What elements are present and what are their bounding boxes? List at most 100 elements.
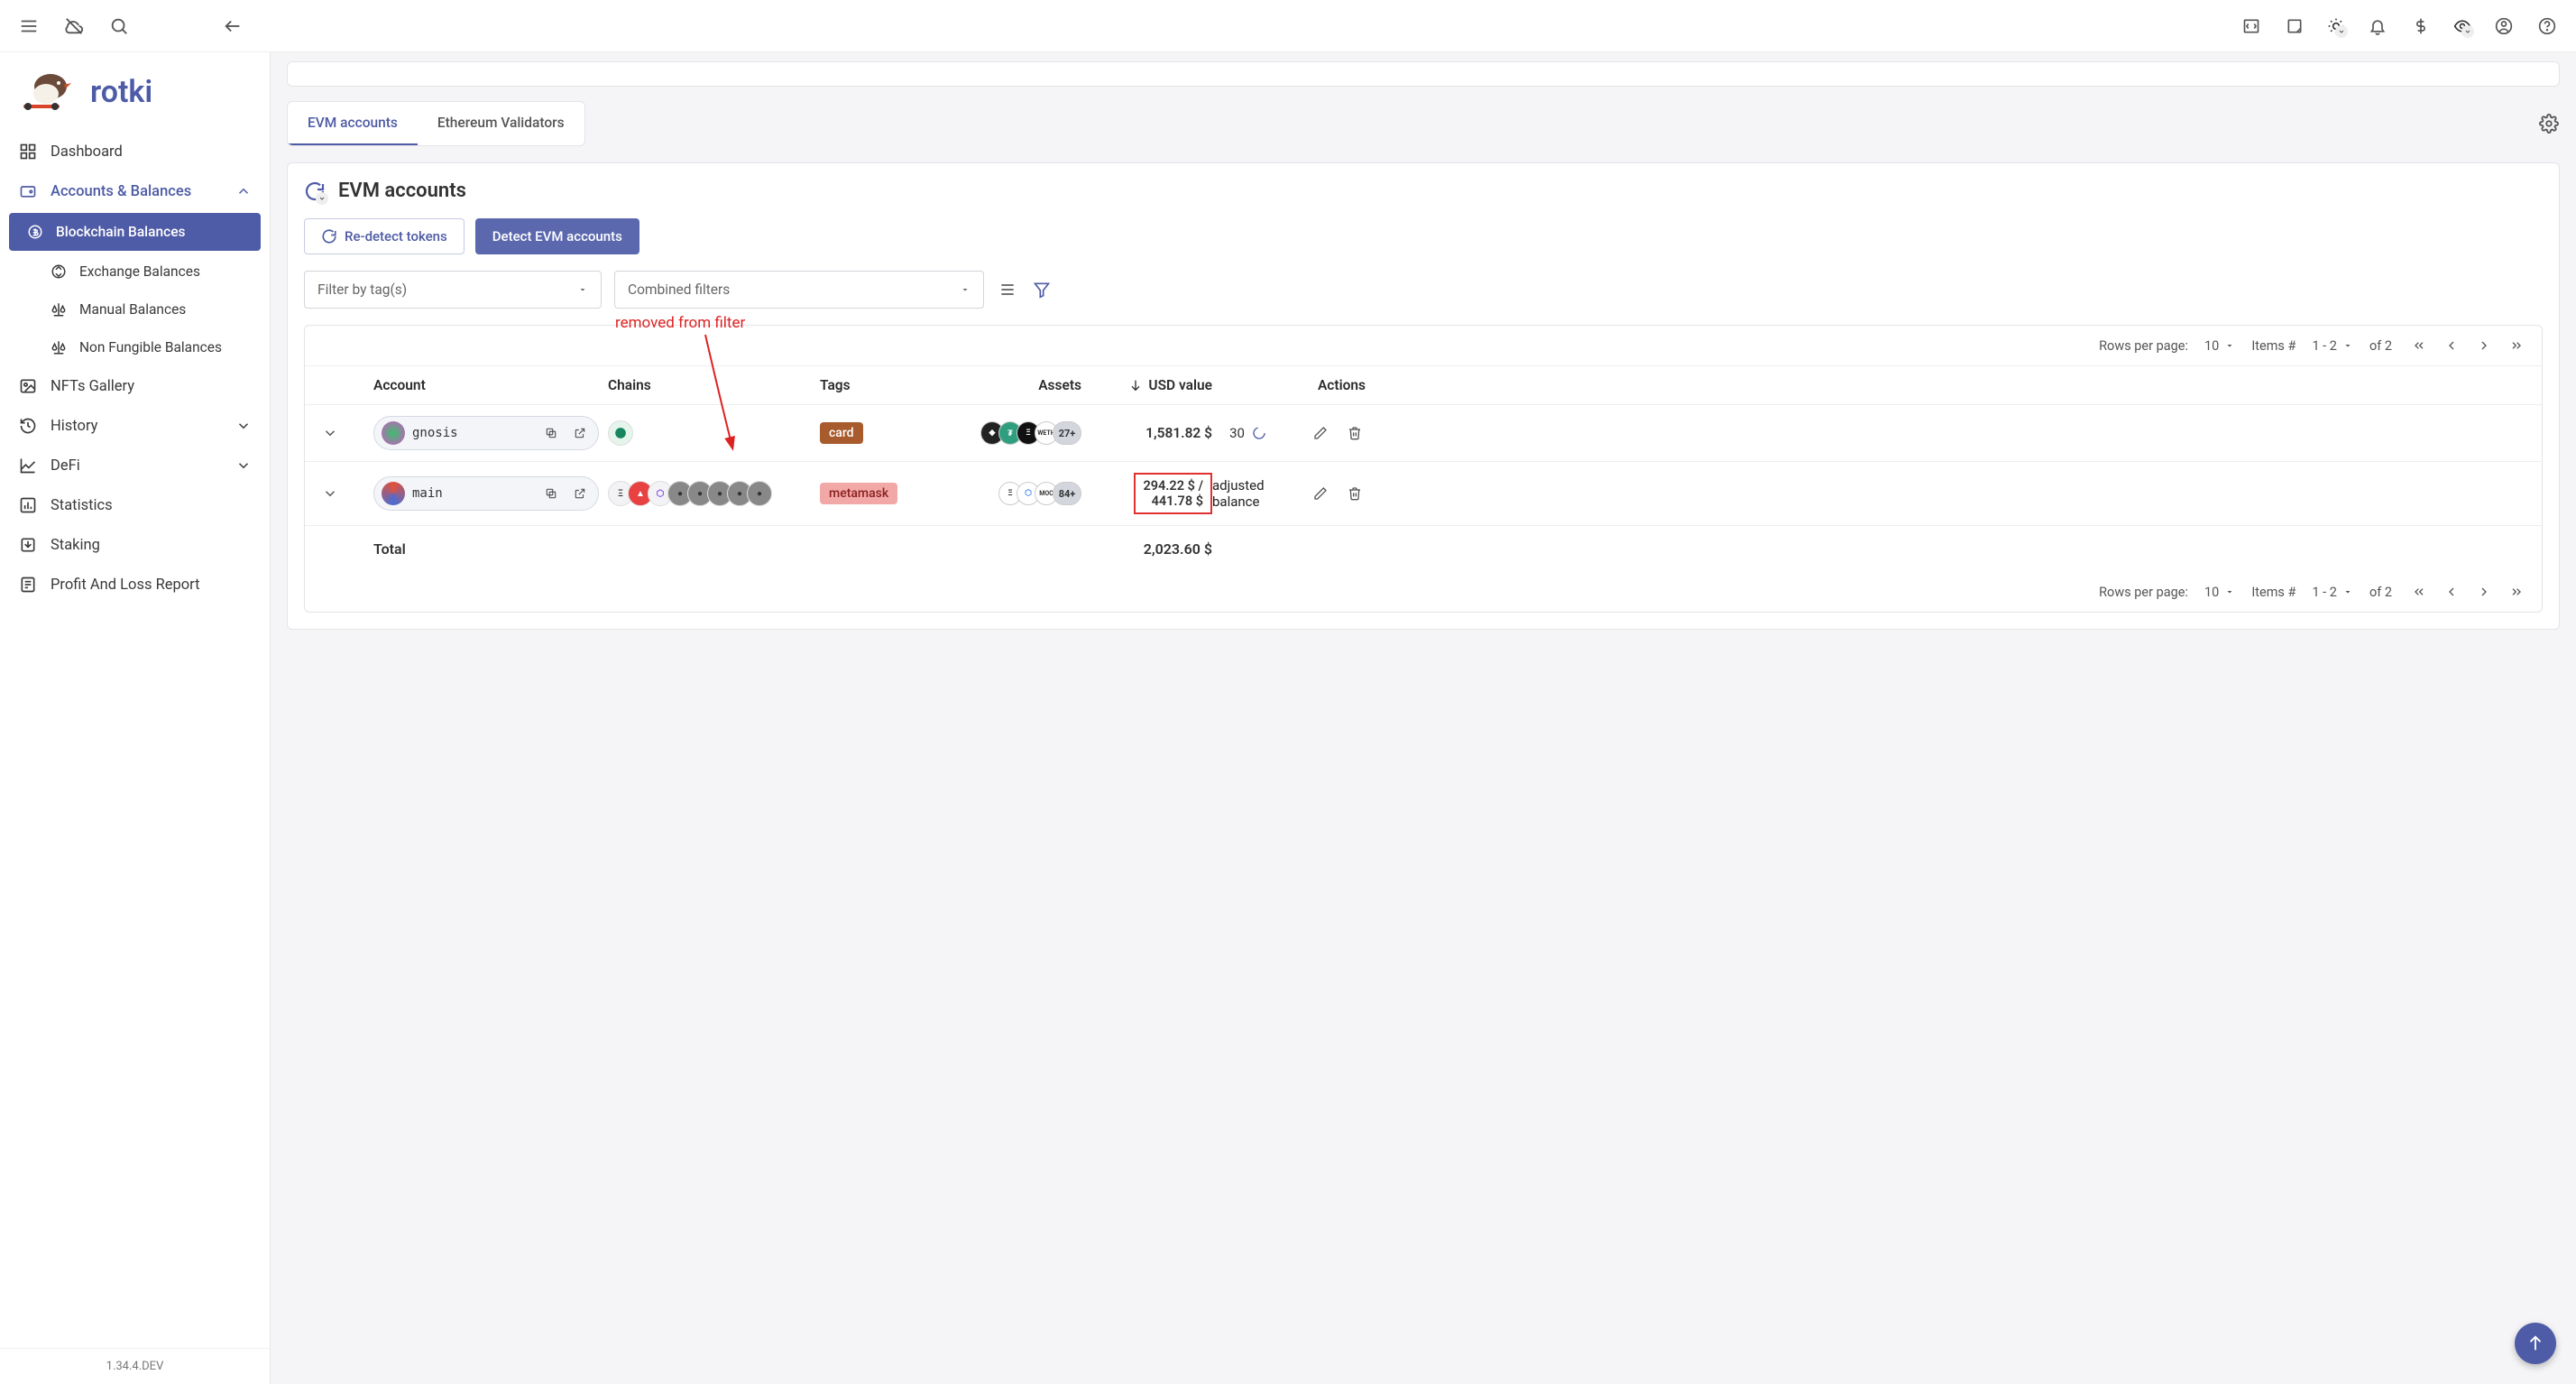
detect-evm-button[interactable]: Detect EVM accounts xyxy=(475,218,639,254)
total-row: Total 2,023.60 $ xyxy=(305,525,2542,572)
trash-icon[interactable] xyxy=(1344,422,1366,444)
redetect-tokens-button[interactable]: Re-detect tokens xyxy=(304,218,465,254)
dashboard-icon xyxy=(18,142,38,161)
edit-icon[interactable] xyxy=(1310,483,1331,504)
tab-evm-accounts[interactable]: EVM accounts xyxy=(288,102,418,145)
logo-icon xyxy=(18,70,74,114)
combined-filter-select[interactable]: Combined filters xyxy=(614,271,984,309)
list-density-icon[interactable] xyxy=(997,279,1018,300)
sidebar-sub-manual[interactable]: Manual Balances xyxy=(0,291,270,328)
code-icon[interactable] xyxy=(2240,15,2262,37)
scale-icon xyxy=(49,300,69,319)
col-assets[interactable]: Assets xyxy=(964,377,1081,393)
items-range-select[interactable]: 1 - 2 xyxy=(2312,585,2353,600)
coin-icon xyxy=(25,222,45,242)
help-icon[interactable] xyxy=(2536,15,2558,37)
sidebar-sub-exchange[interactable]: Exchange Balances xyxy=(0,253,270,291)
sidebar-sub-label: Non Fungible Balances xyxy=(79,339,222,355)
sidebar-item-stats[interactable]: Statistics xyxy=(0,485,270,525)
sidebar-item-defi[interactable]: DeFi xyxy=(0,446,270,485)
sidebar-sub-nft-bal[interactable]: Non Fungible Balances xyxy=(0,328,270,366)
pager-top: Rows per page: 10 Items # 1 - 2 of 2 xyxy=(305,326,2542,365)
asset-more-badge: 84+ xyxy=(1053,482,1081,505)
privacy-icon[interactable] xyxy=(2453,17,2471,35)
rows-per-page-select[interactable]: 10 xyxy=(2204,585,2235,600)
note-icon[interactable] xyxy=(2284,15,2305,37)
usd-adjusted-box: 294.22 $ / 441.78 $ xyxy=(1134,473,1212,514)
tag-filter-select[interactable]: Filter by tag(s) xyxy=(304,271,602,309)
cloud-off-icon[interactable] xyxy=(63,15,85,37)
expand-row-icon[interactable] xyxy=(319,483,341,504)
sidebar-item-history[interactable]: History xyxy=(0,406,270,446)
account-pill[interactable]: gnosis xyxy=(373,416,599,450)
col-chains[interactable]: Chains xyxy=(608,377,820,393)
search-icon[interactable] xyxy=(108,15,130,37)
table-header: Account Chains Tags Assets USD value Act… xyxy=(305,365,2542,404)
copy-icon[interactable] xyxy=(540,483,562,504)
page-prev-icon[interactable] xyxy=(2441,581,2462,603)
sidebar-item-staking[interactable]: Staking xyxy=(0,525,270,565)
sidebar-item-label: History xyxy=(51,418,98,435)
trash-icon[interactable] xyxy=(1344,483,1366,504)
external-link-icon[interactable] xyxy=(569,483,591,504)
assets-icons: Ξ ⬡ MOC 84+ xyxy=(964,482,1081,505)
sidebar: rotki Dashboard Accounts & Balances Bloc… xyxy=(0,52,271,1384)
expand-row-icon[interactable] xyxy=(319,422,341,444)
theme-toggle[interactable] xyxy=(2327,17,2345,35)
page-last-icon[interactable] xyxy=(2506,581,2527,603)
external-link-icon[interactable] xyxy=(569,422,591,444)
sidebar-item-label: DeFi xyxy=(51,457,80,475)
account-pill[interactable]: main xyxy=(373,476,599,511)
sidebar-item-label: Accounts & Balances xyxy=(51,183,191,200)
usd-value: 1,581.82 $ xyxy=(1081,425,1212,441)
sidebar-sub-blockchain[interactable]: Blockchain Balances xyxy=(9,213,261,251)
col-tags[interactable]: Tags xyxy=(820,377,964,393)
items-range-select[interactable]: 1 - 2 xyxy=(2312,338,2353,354)
refresh-icon xyxy=(321,228,337,245)
sidebar-item-dashboard[interactable]: Dashboard xyxy=(0,132,270,171)
refresh-icon[interactable] xyxy=(304,180,326,202)
caret-down-icon xyxy=(577,284,588,295)
table-row: main Ξ ▲ ⬡ ● ● ● ● ● metamask xyxy=(305,461,2542,525)
report-icon xyxy=(18,575,38,595)
image-icon xyxy=(18,376,38,396)
edit-icon[interactable] xyxy=(1310,422,1331,444)
avatar xyxy=(382,482,405,505)
logo[interactable]: rotki xyxy=(0,52,270,123)
col-account[interactable]: Account xyxy=(373,377,608,393)
page-prev-icon[interactable] xyxy=(2441,335,2462,356)
sidebar-item-pnl[interactable]: Profit And Loss Report xyxy=(0,565,270,604)
chevron-down-icon xyxy=(235,418,252,434)
page-next-icon[interactable] xyxy=(2473,581,2495,603)
col-usd[interactable]: USD value xyxy=(1081,377,1212,393)
wallet-icon xyxy=(18,181,38,201)
caret-down-icon xyxy=(960,284,971,295)
hamburger-icon[interactable] xyxy=(18,15,40,37)
scroll-top-button[interactable] xyxy=(2515,1323,2556,1364)
bell-icon[interactable] xyxy=(2367,15,2388,37)
sidebar-item-nfts[interactable]: NFTs Gallery xyxy=(0,366,270,406)
tab-eth-validators[interactable]: Ethereum Validators xyxy=(418,102,584,145)
user-icon[interactable] xyxy=(2493,15,2515,37)
pager-bottom: Rows per page: 10 Items # 1 - 2 of 2 xyxy=(305,572,2542,612)
copy-icon[interactable] xyxy=(540,422,562,444)
sidebar-item-accounts[interactable]: Accounts & Balances xyxy=(0,171,270,211)
chain-icon: ● xyxy=(747,481,772,506)
currency-icon[interactable] xyxy=(2410,15,2432,37)
table-row: gnosis card ◆ ₮ Ξ WETH 27+ xyxy=(305,404,2542,461)
page-next-icon[interactable] xyxy=(2473,335,2495,356)
col-actions: Actions xyxy=(1266,377,1366,393)
loading-spinner-icon xyxy=(1252,426,1266,440)
page-first-icon[interactable] xyxy=(2408,335,2430,356)
tag-chip: card xyxy=(820,422,863,444)
rows-per-page-select[interactable]: 10 xyxy=(2204,338,2235,354)
chain-icon xyxy=(608,420,633,446)
page-last-icon[interactable] xyxy=(2506,335,2527,356)
sort-desc-icon xyxy=(1128,378,1143,392)
back-icon[interactable] xyxy=(222,15,244,37)
chain-icons xyxy=(608,420,820,446)
filter-icon[interactable] xyxy=(1031,279,1053,300)
page-first-icon[interactable] xyxy=(2408,581,2430,603)
sidebar-item-label: Profit And Loss Report xyxy=(51,577,200,594)
gear-icon[interactable] xyxy=(2538,113,2560,134)
